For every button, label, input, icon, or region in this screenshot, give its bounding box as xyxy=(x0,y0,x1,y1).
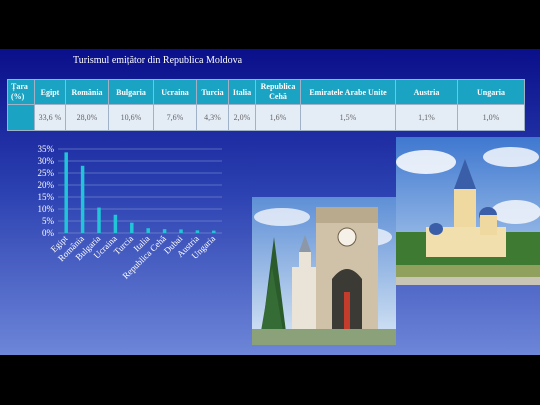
table-col-header: România xyxy=(65,79,109,105)
table-value-cell: 2,0% xyxy=(228,104,256,131)
table-col-header: Ungaria xyxy=(457,79,525,105)
slide-title: Turismul emițător din Republica Moldova xyxy=(73,55,243,66)
table-value-cell: 28,0% xyxy=(65,104,109,131)
table-value-cell: 10,6% xyxy=(108,104,154,131)
table-row-label-cell xyxy=(7,104,35,131)
y-tick-label: 25% xyxy=(38,168,55,178)
table-col-header: Republica Cehă xyxy=(255,79,301,105)
chart-bar xyxy=(113,214,118,233)
table-value-cell: 1,1% xyxy=(395,104,458,131)
chart-bar xyxy=(179,229,183,233)
chart-bar xyxy=(130,222,134,233)
y-tick-label: 30% xyxy=(38,156,55,166)
table-col-header: Egipt xyxy=(34,79,66,105)
chart-bar xyxy=(97,207,101,233)
table-value-cell: 1,0% xyxy=(457,104,525,131)
triumphal-arch-image xyxy=(252,197,396,345)
y-tick-label: 5% xyxy=(42,216,55,226)
header-label-line1: Țara xyxy=(11,82,28,91)
table-header-row: Țara (%) Egipt România Bulgaria Ucraina … xyxy=(7,79,525,105)
y-tick-label: 35% xyxy=(38,144,55,154)
table-header-country: Țara (%) xyxy=(7,79,35,105)
y-tick-label: 15% xyxy=(38,192,55,202)
tourism-table: Țara (%) Egipt România Bulgaria Ucraina … xyxy=(7,79,525,131)
chart-bar xyxy=(162,229,167,233)
orthodox-church-image xyxy=(396,137,540,285)
table-value-cell: 4,3% xyxy=(196,104,229,131)
table-value-cell: 1,6% xyxy=(255,104,301,131)
chart-bar xyxy=(64,152,68,233)
outbound-tourism-bar-chart: 0%5%10%15%20%25%30%35%EgiptRomâniaBulgar… xyxy=(38,144,222,281)
table-col-header: Austria xyxy=(395,79,458,105)
y-tick-label: 0% xyxy=(42,228,55,238)
table-col-header: Italia xyxy=(228,79,256,105)
table-value-cell: 1,5% xyxy=(300,104,396,131)
chart-bar xyxy=(146,228,150,233)
table-value-cell: 7,6% xyxy=(153,104,197,131)
chart-bar xyxy=(80,165,85,233)
y-tick-label: 20% xyxy=(38,180,55,190)
y-tick-label: 10% xyxy=(38,204,55,214)
table-col-header: Ucraina xyxy=(153,79,197,105)
chart-bar xyxy=(212,230,216,233)
chart-bar xyxy=(195,230,200,233)
table-value-row: 33,6 % 28,0% 10,6% 7,6% 4,3% 2,0% 1,6% 1… xyxy=(7,104,525,131)
slide: Turismul emițător din Republica Moldova … xyxy=(0,49,540,355)
table-col-header: Turcia xyxy=(196,79,229,105)
table-value-cell: 33,6 % xyxy=(34,104,66,131)
photo-triumphal-arch xyxy=(252,197,396,345)
table-col-header: Bulgaria xyxy=(108,79,154,105)
table-col-header: Emiratele Arabe Unite xyxy=(300,79,396,105)
photo-orthodox-church xyxy=(396,137,540,285)
header-label-line2: (%) xyxy=(11,92,25,101)
